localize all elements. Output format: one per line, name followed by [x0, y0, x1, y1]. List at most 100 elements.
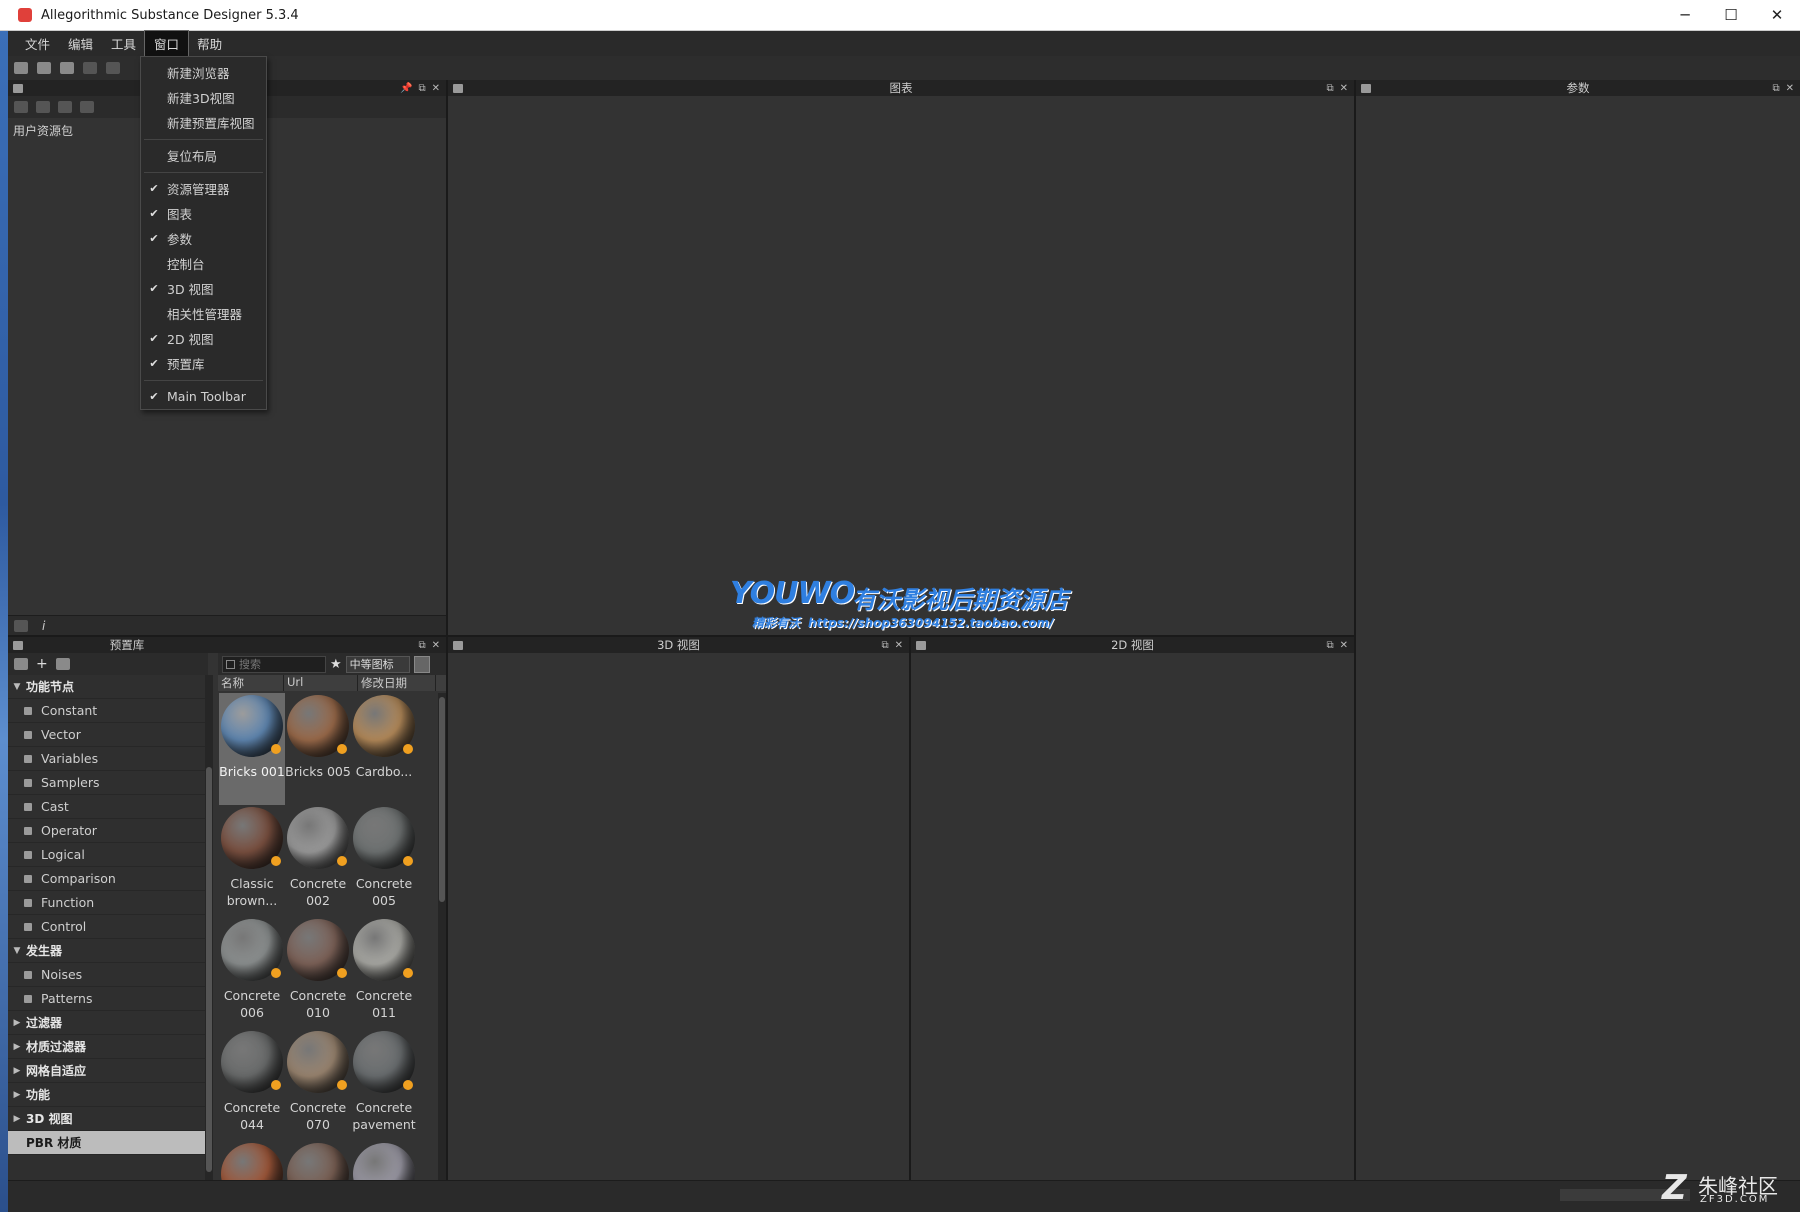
- expanded-arrow-icon[interactable]: ▼: [8, 946, 26, 956]
- column-url[interactable]: Url: [284, 675, 358, 691]
- tree-icon[interactable]: [14, 619, 28, 632]
- close-icon[interactable]: ✕: [1340, 83, 1348, 94]
- float-icon[interactable]: ⧉: [418, 83, 425, 94]
- 2d-view-panel[interactable]: 2D 视图 ⧉ ✕: [911, 637, 1354, 1180]
- redo-icon[interactable]: [106, 62, 120, 74]
- menu-tools[interactable]: 工具: [102, 31, 145, 56]
- expanded-arrow-icon[interactable]: ▼: [8, 682, 26, 692]
- tree-category[interactable]: ▶ 网格自适应: [8, 1059, 205, 1083]
- tree-node[interactable]: Constant: [8, 699, 205, 723]
- material-item[interactable]: [351, 1141, 417, 1180]
- material-item[interactable]: Bricks 001: [219, 693, 285, 805]
- window-menu-item[interactable]: 新建预置库视图: [141, 110, 266, 135]
- close-icon[interactable]: ✕: [895, 640, 903, 651]
- tree-node[interactable]: Vector: [8, 723, 205, 747]
- material-item[interactable]: Classic brown...: [219, 805, 285, 917]
- tree-category[interactable]: ▶ 3D 视图: [8, 1107, 205, 1131]
- window-menu-item[interactable]: ✔ 3D 视图: [141, 276, 266, 301]
- view-mode-button[interactable]: [413, 655, 430, 673]
- tree-node[interactable]: Comparison: [8, 867, 205, 891]
- float-icon[interactable]: ⧉: [418, 640, 425, 651]
- menu-edit[interactable]: 编辑: [59, 31, 102, 56]
- tree-node[interactable]: Operator: [8, 819, 205, 843]
- tree-node[interactable]: Patterns: [8, 987, 205, 1011]
- window-menu-item[interactable]: ✔ 2D 视图: [141, 326, 266, 351]
- minimize-button[interactable]: ─: [1662, 0, 1708, 30]
- material-item[interactable]: Bricks 005: [285, 693, 351, 805]
- publish-icon[interactable]: [58, 101, 72, 113]
- tree-node[interactable]: Logical: [8, 843, 205, 867]
- close-icon[interactable]: ✕: [1786, 83, 1794, 94]
- float-icon[interactable]: ⧉: [1326, 640, 1333, 651]
- collapsed-arrow-icon[interactable]: ▶: [8, 1018, 26, 1028]
- window-menu-item[interactable]: 控制台: [141, 251, 266, 276]
- tree-node[interactable]: Function: [8, 891, 205, 915]
- icon-size-select[interactable]: 中等图标: [345, 655, 410, 673]
- tree-node[interactable]: Control: [8, 915, 205, 939]
- close-window-button[interactable]: ✕: [1754, 0, 1800, 30]
- material-item[interactable]: Concrete 011: [351, 917, 417, 1029]
- close-icon[interactable]: ✕: [1340, 640, 1348, 651]
- tree-scroll-thumb[interactable]: [206, 767, 212, 1172]
- float-icon[interactable]: ⧉: [1772, 83, 1779, 94]
- window-menu-item[interactable]: 新建3D视图: [141, 85, 266, 110]
- material-item[interactable]: Concrete 044: [219, 1029, 285, 1141]
- favorite-star-icon[interactable]: ★: [330, 657, 342, 672]
- material-item[interactable]: Concrete pavement: [351, 1029, 417, 1141]
- material-item[interactable]: [285, 1141, 351, 1180]
- menu-file[interactable]: 文件: [16, 31, 59, 56]
- new-icon[interactable]: [14, 101, 28, 113]
- graph-panel[interactable]: 图表 ⧉ ✕: [448, 80, 1354, 635]
- column-modified[interactable]: 修改日期: [358, 675, 436, 691]
- library-scroll-thumb[interactable]: [439, 697, 445, 902]
- collapsed-arrow-icon[interactable]: ▶: [8, 1138, 26, 1148]
- collapsed-arrow-icon[interactable]: ▶: [8, 1114, 26, 1124]
- window-menu-item[interactable]: ✔ Main Toolbar: [141, 384, 266, 409]
- save-all-icon[interactable]: [60, 62, 74, 74]
- material-item[interactable]: Concrete 010: [285, 917, 351, 1029]
- column-name[interactable]: 名称: [218, 675, 284, 691]
- library-scrollbar[interactable]: [438, 693, 446, 1180]
- maximize-button[interactable]: ☐: [1708, 0, 1754, 30]
- material-item[interactable]: Concrete 002: [285, 805, 351, 917]
- collapsed-arrow-icon[interactable]: ▶: [8, 1066, 26, 1076]
- material-item[interactable]: Cardbo...: [351, 693, 417, 805]
- pin-icon[interactable]: 📌: [400, 83, 412, 94]
- material-item[interactable]: Concrete 005: [351, 805, 417, 917]
- tree-category[interactable]: ▶PBR 材质: [8, 1131, 205, 1155]
- window-menu-item[interactable]: ✔ 参数: [141, 226, 266, 251]
- close-icon[interactable]: ✕: [432, 640, 440, 651]
- window-menu-item[interactable]: ✔ 预置库: [141, 351, 266, 376]
- tree-node[interactable]: Cast: [8, 795, 205, 819]
- new-package-icon[interactable]: [14, 62, 28, 74]
- window-menu-item[interactable]: 相关性管理器: [141, 301, 266, 326]
- menu-window[interactable]: 窗口: [144, 30, 190, 57]
- tree-node[interactable]: Variables: [8, 747, 205, 771]
- tree-category[interactable]: ▶ 过滤器: [8, 1011, 205, 1035]
- window-menu-item[interactable]: ✔ 资源管理器: [141, 176, 266, 201]
- float-icon[interactable]: ⧉: [1326, 83, 1333, 94]
- material-item[interactable]: [219, 1141, 285, 1180]
- tree-scrollbar[interactable]: [205, 675, 213, 1180]
- tree-node[interactable]: Noises: [8, 963, 205, 987]
- 3d-view-panel[interactable]: 3D 视图 ⧉ ✕: [448, 637, 909, 1180]
- open-package-icon[interactable]: [37, 62, 51, 74]
- add-icon[interactable]: +: [36, 656, 48, 672]
- info-icon[interactable]: i: [42, 619, 45, 633]
- tree-category[interactable]: ▼ 发生器: [8, 939, 205, 963]
- search-input[interactable]: 搜索: [222, 655, 326, 673]
- material-item[interactable]: Concrete 070: [285, 1029, 351, 1141]
- collapsed-arrow-icon[interactable]: ▶: [8, 1090, 26, 1100]
- edit-icon[interactable]: [55, 658, 70, 670]
- window-menu-item[interactable]: 复位布局: [141, 143, 266, 168]
- play-icon[interactable]: [36, 101, 50, 113]
- tree-category[interactable]: ▼ 功能节点: [8, 675, 205, 699]
- window-menu-item[interactable]: ✔ 图表: [141, 201, 266, 226]
- library-folder-icon[interactable]: [14, 658, 28, 670]
- tree-node[interactable]: Samplers: [8, 771, 205, 795]
- close-icon[interactable]: ✕: [432, 83, 440, 94]
- settings-icon[interactable]: [80, 101, 94, 113]
- tree-category[interactable]: ▶ 功能: [8, 1083, 205, 1107]
- menu-help[interactable]: 帮助: [188, 31, 231, 56]
- undo-icon[interactable]: [83, 62, 97, 74]
